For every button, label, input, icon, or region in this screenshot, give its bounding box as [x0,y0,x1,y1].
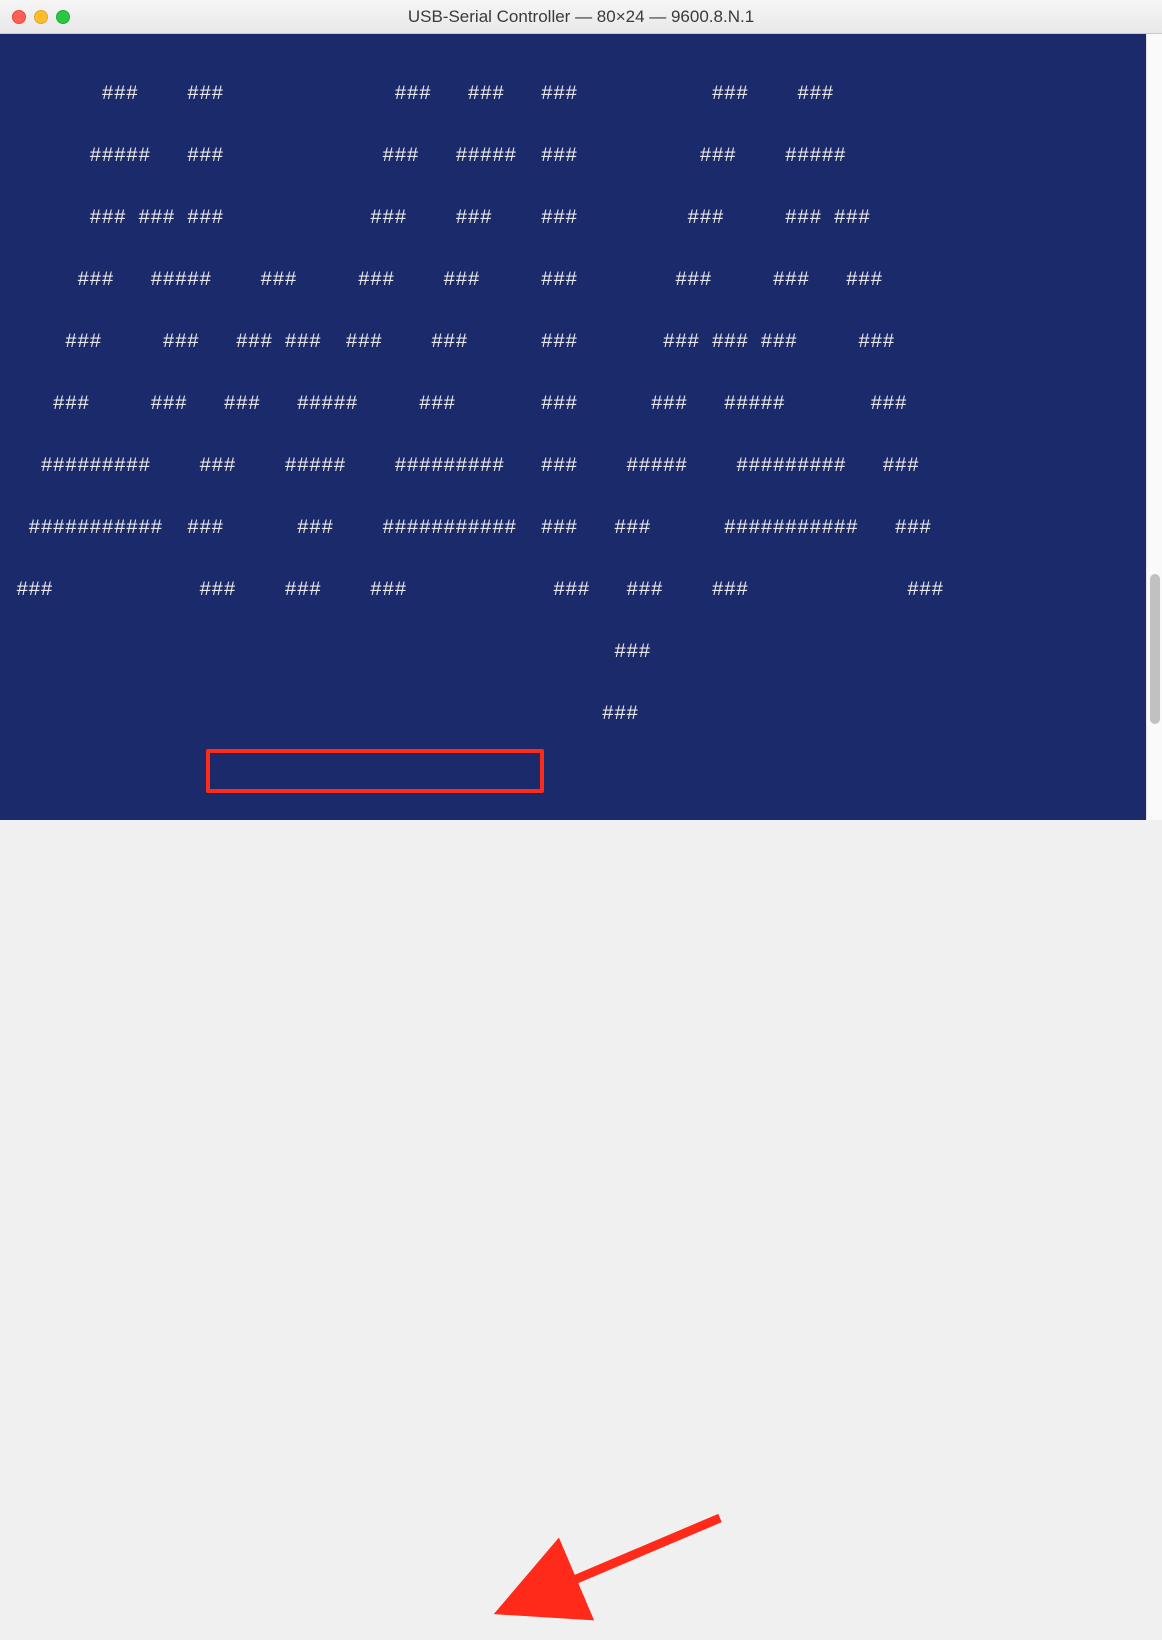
terminal-window: USB-Serial Controller — 80×24 — 9600.8.N… [0,0,1162,820]
titlebar: USB-Serial Controller — 80×24 — 9600.8.N… [0,0,1162,34]
ascii-art-line: ### [4,699,1158,730]
ascii-art-line: ### ### ### ##### ### ### ### ##### ### [4,389,1158,420]
close-icon[interactable] [12,10,26,24]
ascii-art-line: ### ### ### ### ### ### ### ### [4,575,1158,606]
ascii-art-line: ### ##### ### ### ### ### ### ### ### [4,265,1158,296]
ascii-art-line: ### ### ### ### ### ### ### ### ### ### … [4,327,1158,358]
ascii-art-line: ########### ### ### ########### ### ### … [4,513,1158,544]
terminal-viewport[interactable]: ### ### ### ### ### ### ### ##### ### ##… [0,34,1162,820]
window-controls [12,10,70,24]
ascii-art-line: ######### ### ##### ######### ### ##### … [4,451,1158,482]
window-title: USB-Serial Controller — 80×24 — 9600.8.N… [0,7,1162,27]
ascii-art-line: ##### ### ### ##### ### ### ##### [4,141,1158,172]
ascii-art-line: ### [4,637,1158,668]
ascii-art-line: ### ### ### ### ### ### ### ### ### [4,203,1158,234]
blank-line [4,761,1158,792]
scrollbar-track[interactable] [1146,34,1162,820]
zoom-icon[interactable] [56,10,70,24]
annotation-arrow-icon [0,820,1162,1640]
scrollbar-thumb[interactable] [1150,574,1160,724]
ascii-art-line: ### ### ### ### ### ### ### [4,79,1158,110]
minimize-icon[interactable] [34,10,48,24]
